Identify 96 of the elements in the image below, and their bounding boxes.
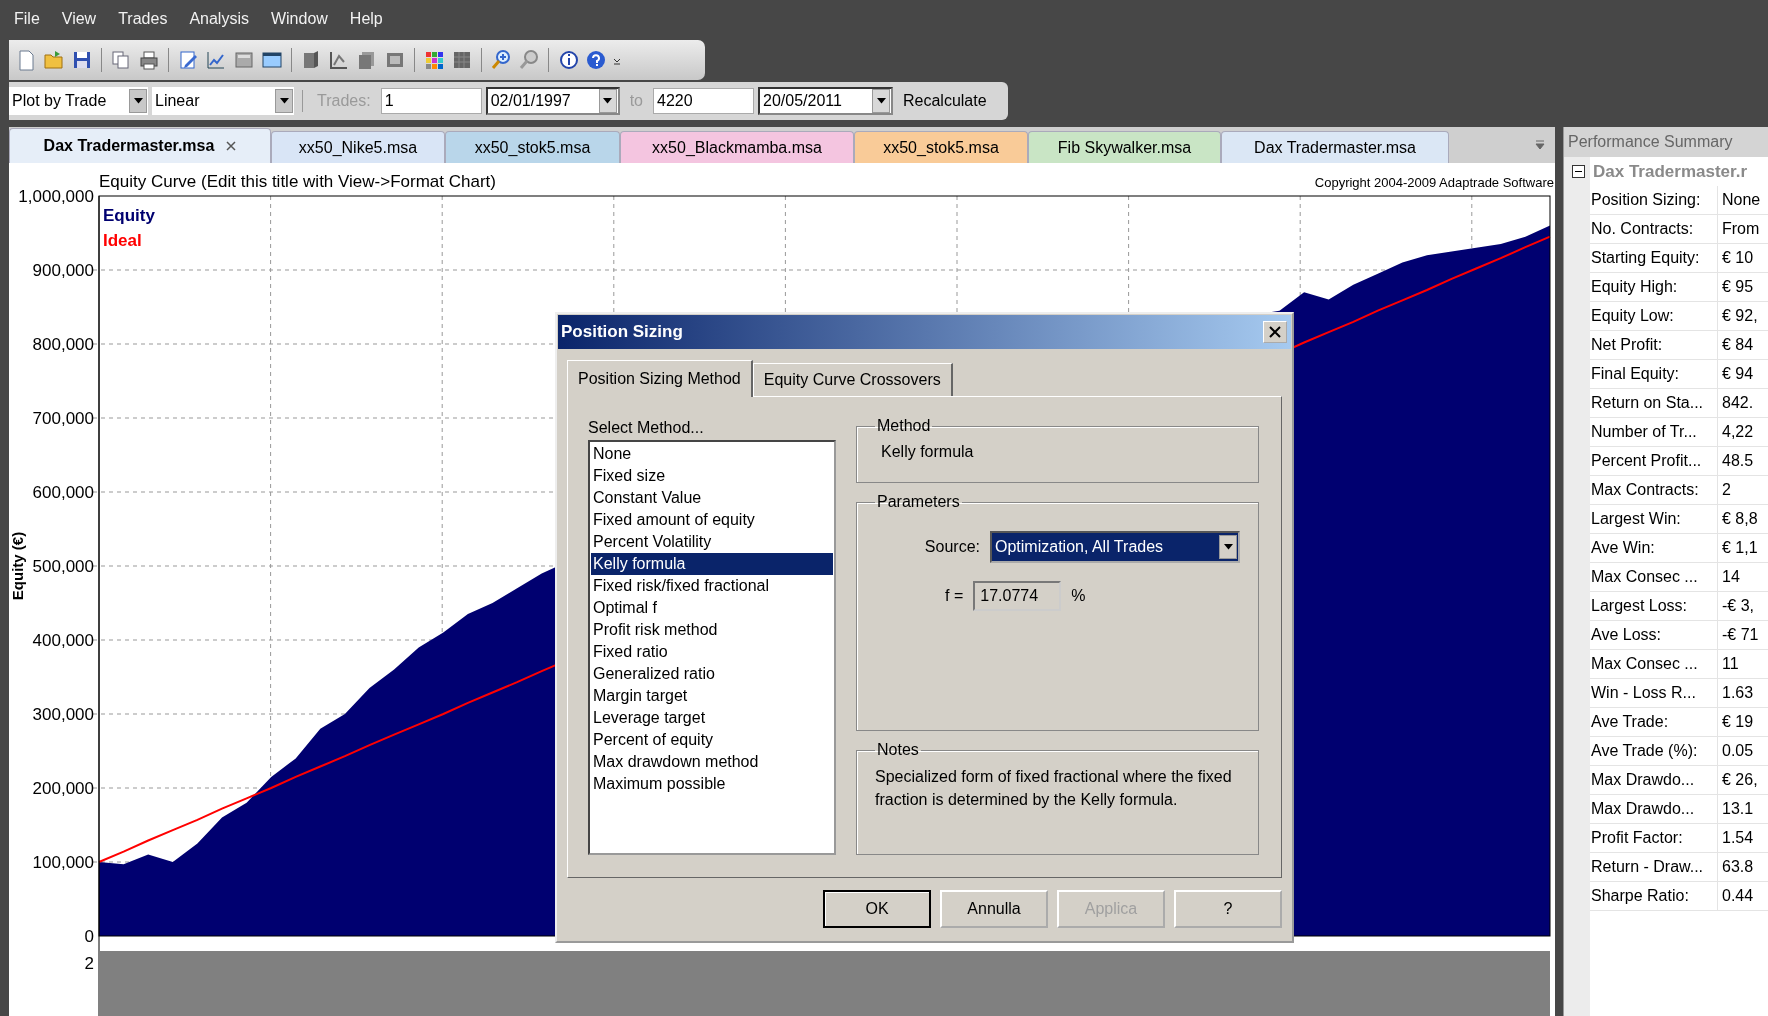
chart-pencil-icon[interactable] xyxy=(205,49,227,71)
group-title: Notes xyxy=(876,741,920,759)
y-tick-label: 0 xyxy=(84,927,94,946)
axis-title: Equity (€) xyxy=(9,531,26,601)
dialog-title: Position Sizing xyxy=(561,322,683,342)
y-tick-label: 2 xyxy=(84,954,94,973)
grid-icon[interactable] xyxy=(451,49,473,71)
method-name: Kelly formula xyxy=(880,442,975,462)
source-label: Source: xyxy=(924,538,980,556)
y-tick-label: 200,000 xyxy=(32,779,94,798)
scale-dropdown[interactable]: Linear xyxy=(152,87,294,115)
method-list[interactable] xyxy=(588,440,836,855)
y-tick-label: 600,000 xyxy=(32,483,94,502)
y-tick-label: 300,000 xyxy=(32,705,94,724)
trades-from-field[interactable]: 1 xyxy=(380,88,482,114)
document-tab[interactable]: Fib Skywalker.msa xyxy=(1028,131,1221,163)
document-tab[interactable]: xx50_Blackmamba.msa xyxy=(620,131,854,163)
document-edit-icon[interactable] xyxy=(177,49,199,71)
copy-icon[interactable] xyxy=(110,49,132,71)
list-item[interactable]: Fixed amount of equity xyxy=(591,509,833,531)
dialog-button[interactable]: OK xyxy=(823,890,931,928)
caret-icon xyxy=(279,98,289,104)
f-field[interactable]: 17.0774 xyxy=(973,581,1062,611)
menu-item[interactable]: Help xyxy=(338,10,394,28)
menu-item[interactable]: Analysis xyxy=(178,10,260,28)
trades-to-field[interactable]: 4220 xyxy=(653,88,754,114)
y-tick-label: 400,000 xyxy=(32,631,94,650)
plot-mode-dropdown[interactable]: Plot by Trade xyxy=(9,87,148,115)
info-icon[interactable] xyxy=(557,49,579,71)
document-tab[interactable]: xx50_stok5.msa xyxy=(854,131,1028,163)
list-item[interactable]: Profit risk method xyxy=(591,619,833,641)
dialog-tab[interactable]: Equity Curve Crossovers xyxy=(752,363,953,396)
date-dropdown[interactable]: 02/01/1997 xyxy=(485,87,620,115)
close-button[interactable] xyxy=(1263,321,1287,343)
legend-label: Ideal xyxy=(103,231,142,250)
caret-icon xyxy=(133,98,143,104)
caret-icon xyxy=(1223,544,1233,550)
document-tab[interactable]: Dax Tradermaster.msa xyxy=(1221,131,1449,163)
document-tab[interactable]: xx50_stok5.msa xyxy=(445,131,620,163)
dialog-button[interactable]: ? xyxy=(1174,890,1282,928)
folder-icon[interactable] xyxy=(43,49,65,71)
chart-icon[interactable] xyxy=(328,49,350,71)
list-label: Select Method... xyxy=(588,419,705,437)
group-title: Method xyxy=(876,417,932,435)
y-tick-label: 100,000 xyxy=(32,853,94,872)
f-label: f = xyxy=(945,587,964,605)
list-item[interactable]: Leverage target xyxy=(591,707,833,729)
zoom-out-icon[interactable] xyxy=(518,49,540,71)
list-item[interactable]: Optimal f xyxy=(591,597,833,619)
list-item[interactable]: Fixed ratio xyxy=(591,641,833,663)
menu-item[interactable]: View xyxy=(50,10,108,28)
printer-icon[interactable] xyxy=(138,49,160,71)
list-item[interactable]: Generalized ratio xyxy=(591,663,833,685)
color-grid-icon[interactable] xyxy=(423,49,445,71)
group-title: Parameters xyxy=(876,493,961,511)
collapse-icon[interactable] xyxy=(1572,165,1585,178)
list-item[interactable]: Percent Volatility xyxy=(591,531,833,553)
date-dropdown[interactable]: 20/05/2011 xyxy=(758,87,893,115)
document-tab[interactable]: Dax Tradermaster.msa xyxy=(9,128,271,163)
document-tab[interactable]: xx50_Nike5.msa xyxy=(271,131,445,163)
trades-label: Trades: xyxy=(316,92,372,110)
y-tick-label: 500,000 xyxy=(32,557,94,576)
list-item[interactable]: Max drawdown method xyxy=(591,751,833,773)
menu-item[interactable]: File xyxy=(3,10,51,28)
caret-icon xyxy=(876,98,886,104)
list-item[interactable]: Percent of equity xyxy=(591,729,833,751)
close-icon[interactable] xyxy=(226,141,237,151)
list-item[interactable]: Margin target xyxy=(591,685,833,707)
unit-label: % xyxy=(1071,587,1086,605)
y-tick-label: 900,000 xyxy=(32,261,94,280)
list-item[interactable]: Constant Value xyxy=(591,487,833,509)
legend-label: Equity xyxy=(103,206,155,225)
close-icon xyxy=(1269,326,1281,338)
list-item[interactable]: Maximum possible xyxy=(591,773,833,795)
help-icon[interactable] xyxy=(585,49,607,71)
to-label: to xyxy=(628,92,644,110)
menu-item[interactable]: Trades xyxy=(107,10,179,28)
dialog-tab[interactable]: Position Sizing Method xyxy=(567,360,753,397)
panel-title: Performance Summary xyxy=(1564,127,1768,157)
list-item[interactable]: Kelly formula xyxy=(591,553,833,575)
chart-title: Equity Curve (Edit this title with View->Format Chart) xyxy=(99,172,496,191)
list-item[interactable]: Fixed size xyxy=(591,465,833,487)
y-tick-label: 700,000 xyxy=(32,409,94,428)
list-item[interactable]: Fixed risk/fixed fractional xyxy=(591,575,833,597)
source-dropdown[interactable]: Optimization, All Trades xyxy=(990,531,1240,563)
y-tick-label: 1,000,000 xyxy=(18,187,94,206)
list-item[interactable]: None xyxy=(591,443,833,465)
menu-item[interactable]: Window xyxy=(259,10,339,28)
window-icon[interactable] xyxy=(261,49,283,71)
tab-list-icon[interactable] xyxy=(1535,140,1545,150)
caret-icon xyxy=(603,98,613,104)
copyright-text: Copyright 2004-2009 Adaptrade Software xyxy=(1314,175,1554,190)
zoom-in-icon[interactable] xyxy=(490,49,512,71)
dialog-button[interactable]: Annulla xyxy=(940,890,1048,928)
y-tick-label: 800,000 xyxy=(32,335,94,354)
notes-text: Specialized form of fixed fractional where the fixed fraction is determined by the Kelly formula. xyxy=(875,767,1233,810)
